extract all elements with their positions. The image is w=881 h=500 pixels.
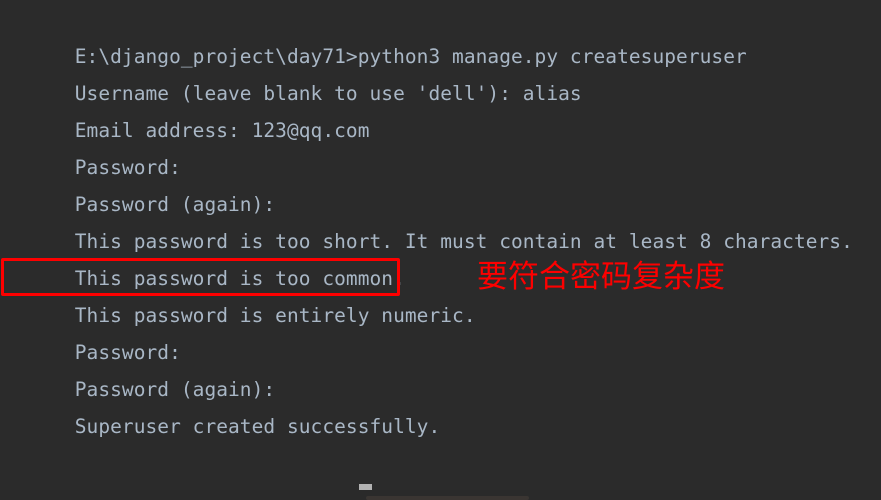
terminal-window[interactable]: E:\django_project\day71>python3 manage.p… [0,0,881,500]
console-line-password-prompt-2: Password: [4,297,181,364]
console-output[interactable]: E:\django_project\day71>python3 manage.p… [0,0,881,500]
console-line-password-prompt-1: Password: [4,112,181,179]
success-message-text: Superuser created successfully. [74,415,441,438]
console-line-email-prompt: Email address: 123@qq.com [4,75,370,142]
console-line-username-prompt: Username (leave blank to use 'dell'): al… [4,38,582,105]
console-line-error-entirely-numeric: This password is entirely numeric. [4,260,476,327]
console-line-error-too-common: This password is too common. [4,223,405,290]
console-line-final-prompt[interactable]: E:\django_project\day71> [4,445,372,500]
console-line-password-again-1: Password (again): [4,149,275,216]
horizontal-scrollbar-thumb[interactable] [366,496,529,500]
console-line-command: E:\django_project\day71>python3 manage.p… [4,1,747,68]
console-line-error-too-short: This password is too short. It must cont… [4,186,853,253]
console-line-password-again-2: Password (again): [4,334,275,401]
red-note-annotation: 要符合密码复杂度 [477,259,725,295]
console-line-success-message: Superuser created successfully. [4,371,440,438]
